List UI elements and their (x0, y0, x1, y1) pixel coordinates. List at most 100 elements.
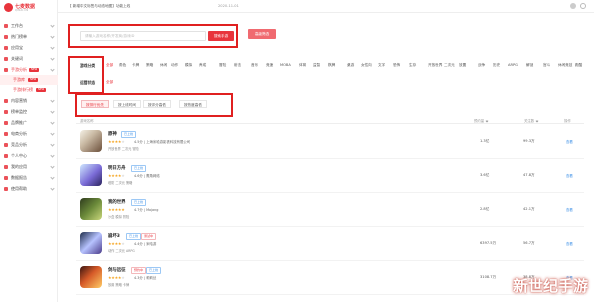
table-row[interactable]: 原神 已上线 ★★★★★ 4.5分 | 上海米哈游影铁科技有限公司 开放世界 二次元 冒… (76, 126, 584, 159)
sidebar-item[interactable]: 品牌推广 (0, 117, 58, 128)
search-highlight-box: 请输入游戏名称/开发商/游戏ID 搜索手游 (68, 24, 238, 48)
game-developer[interactable]: 莉莉丝 (146, 276, 156, 280)
follower-count: 56.7万 (523, 241, 535, 245)
sort-arrow-icon[interactable] (485, 119, 489, 123)
star-icon: ★ (121, 207, 125, 212)
sidebar-item[interactable]: 竞品分析 (0, 139, 58, 150)
category-option[interactable]: 解谜 (526, 63, 533, 68)
sidebar-item-icon (4, 120, 8, 125)
category-option[interactable]: 女性向 (361, 63, 372, 68)
sidebar-item-icon (4, 45, 8, 50)
sidebar-item[interactable]: 热门榜单 (0, 31, 58, 42)
category-option[interactable]: 休闲竞技 (558, 63, 572, 68)
gear-icon[interactable] (580, 3, 586, 9)
sidebar-item[interactable]: 电商分析 (0, 128, 58, 139)
status-badge: 测试中 (141, 233, 157, 240)
game-name[interactable]: 明日方舟 (108, 165, 126, 171)
sidebar-subitem-label: 手游库 (13, 77, 25, 82)
category-option[interactable]: 开放世界 (428, 63, 442, 68)
game-icon[interactable] (80, 164, 102, 186)
sidebar-item[interactable]: 使用帮助 (0, 183, 58, 194)
status-filter-all[interactable]: 全部 (106, 80, 113, 85)
category-option[interactable]: 射击 (234, 63, 241, 68)
category-option[interactable]: 角色 (119, 63, 126, 68)
sidebar-subitem[interactable]: 手游排行榜 NEW (0, 85, 58, 95)
category-option[interactable]: 桌游 (347, 63, 354, 68)
game-icon[interactable] (80, 130, 102, 152)
game-name[interactable]: 我的世界 (108, 199, 126, 205)
category-option[interactable]: 体育 (299, 63, 306, 68)
search-button[interactable]: 搜索手游 (208, 31, 234, 41)
game-developer[interactable]: 米哈游 (146, 242, 156, 246)
table-row[interactable]: 我的世界 已上线 ★★★★★ 4.7分 | Mojang 沙盒 模拟 冒险 2.8亿 42.… (76, 194, 584, 227)
sidebar-item[interactable]: 关键词 (0, 53, 58, 64)
game-developer[interactable]: Mojang (146, 208, 158, 212)
category-option[interactable]: 棋牌 (328, 63, 335, 68)
category-option[interactable]: 益智 (313, 63, 320, 68)
status-badge: 已上线 (131, 165, 147, 172)
game-developer[interactable]: 鹰角网络 (146, 174, 160, 178)
sidebar-item[interactable]: 应用宝 (0, 42, 58, 53)
view-button[interactable]: 查看 (566, 139, 573, 144)
sidebar-item[interactable]: 内容营销 (0, 95, 58, 106)
game-name[interactable]: 原神 (108, 131, 117, 137)
table-row[interactable]: 明日方舟 已上线 ★★★★★ 4.6分 | 鹰角网络 塔防 二次元 策略 3.6亿 47.8… (76, 160, 584, 193)
chevron-down-icon (50, 67, 55, 72)
sort-tab[interactable]: 按热度高低 (179, 100, 207, 108)
game-developer[interactable]: 上海米哈游影铁科技有限公司 (146, 140, 190, 144)
game-name[interactable]: 剑与远征 (108, 267, 126, 273)
status-badge: 已上线 (131, 199, 147, 206)
game-icon[interactable] (80, 266, 102, 288)
category-option[interactable]: 历史 (493, 63, 500, 68)
category-option[interactable]: 文字 (378, 63, 385, 68)
sidebar-item-game-analysis[interactable]: 手游分析 NEW (0, 64, 58, 75)
game-name[interactable]: 崩坏3 (108, 233, 120, 239)
category-option[interactable]: 放置 (459, 63, 466, 68)
category-option[interactable]: 跑酷 (575, 63, 582, 68)
table-row[interactable]: 剑与远征 预约中 已上线 ★★★★★ 4.3分 | 莉莉丝 放置 策略 卡牌 3108.7万… (76, 262, 584, 295)
category-option[interactable]: 战争 (478, 63, 485, 68)
search-input[interactable]: 请输入游戏名称/开发商/游戏ID (80, 31, 206, 41)
view-button[interactable]: 查看 (566, 207, 573, 212)
chevron-down-icon (50, 109, 55, 114)
category-option[interactable]: 宫斗 (543, 63, 550, 68)
sort-tab[interactable]: 按评分高低 (143, 100, 171, 108)
game-icon[interactable] (80, 232, 102, 254)
sort-arrow-icon[interactable] (535, 119, 539, 123)
sort-tab[interactable]: 按排行优先 (81, 100, 109, 108)
category-option[interactable]: ARPG (508, 63, 518, 67)
sidebar-item[interactable]: 数据报告 (0, 172, 58, 183)
category-option[interactable]: 卡牌 (132, 63, 139, 68)
category-option[interactable]: 生存 (409, 63, 416, 68)
table-header-label: 关注数 (524, 119, 535, 123)
topbar-notice[interactable]: 【 新增中文标签与动态地图】功能上线 (68, 4, 130, 9)
category-option[interactable]: 恐怖 (393, 63, 400, 68)
category-option[interactable]: 养成 (199, 63, 206, 68)
category-option[interactable]: 二次元 (444, 63, 455, 68)
category-option[interactable]: 策略 (146, 63, 153, 68)
sidebar-item[interactable]: 个人中心 (0, 150, 58, 161)
game-icon[interactable] (80, 198, 102, 220)
category-option[interactable]: 竞速 (266, 63, 273, 68)
sidebar-item[interactable]: 我的应用 (0, 161, 58, 172)
table-row[interactable]: 崩坏3 已上线 测试中 ★★★★★ 4.4分 | 米哈游 动作 二次元 ARPG 6397.… (76, 228, 584, 261)
advanced-filter-button[interactable]: 高级筛选 (248, 29, 276, 39)
category-option[interactable]: 冒险 (219, 63, 226, 68)
category-option[interactable]: 音乐 (251, 63, 258, 68)
category-option[interactable]: MOBA (280, 63, 291, 67)
category-all[interactable]: 全部 (106, 63, 113, 68)
sort-highlight-box: 按排行优先 按上线时间 按评分高低 按热度高低 (75, 93, 233, 117)
view-button[interactable]: 查看 (566, 173, 573, 178)
avatar[interactable] (570, 3, 576, 9)
sidebar-item[interactable]: 工作台 (0, 20, 58, 31)
sidebar-item[interactable]: 榜单监控 (0, 106, 58, 117)
sidebar-subitem[interactable]: 手游库 NEW (0, 75, 58, 85)
category-option[interactable]: 模拟 (185, 63, 192, 68)
category-option[interactable]: 动作 (171, 63, 178, 68)
brand-logo[interactable]: 七麦数据 QIMAI.CN (4, 2, 54, 14)
new-badge: NEW (29, 67, 40, 72)
category-option[interactable]: 休闲 (160, 63, 167, 68)
follower-count: 47.8万 (523, 173, 535, 177)
view-button[interactable]: 查看 (566, 241, 573, 246)
sort-tab[interactable]: 按上线时间 (113, 100, 141, 108)
